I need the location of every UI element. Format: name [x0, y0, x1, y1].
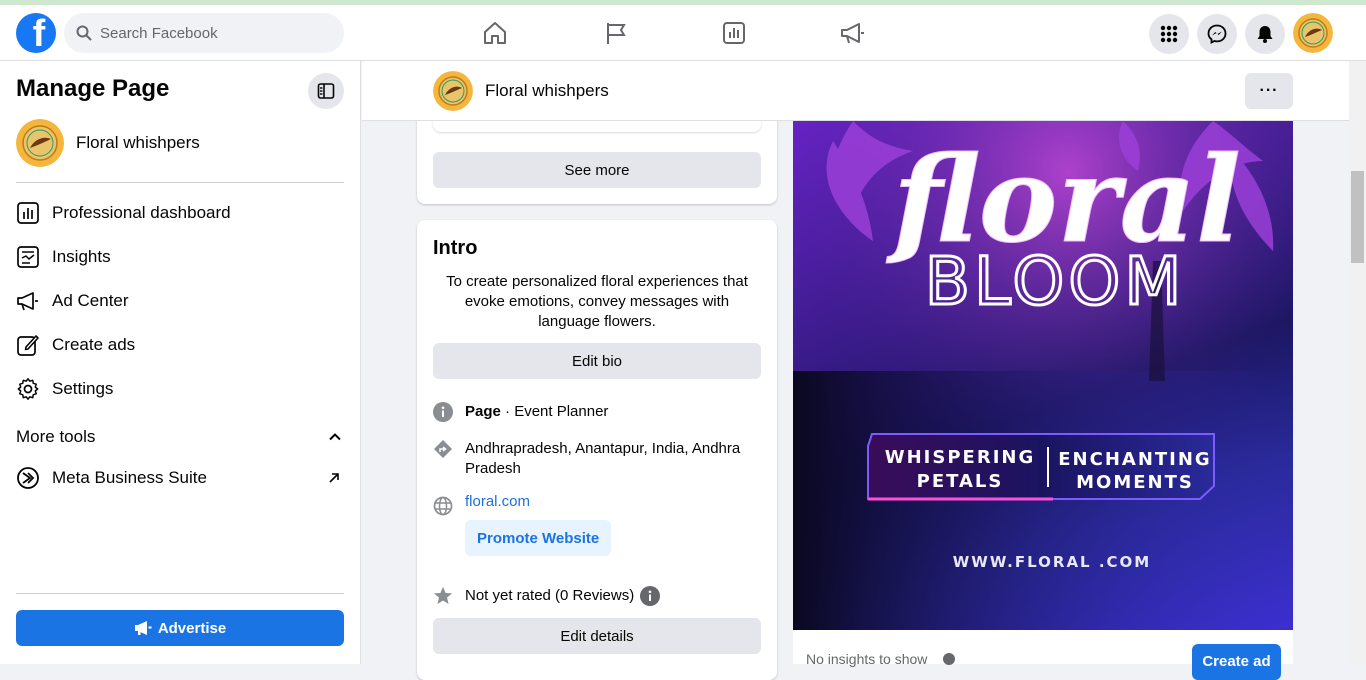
- sidebar-item-ad-center[interactable]: Ad Center: [16, 281, 344, 321]
- page-avatar: [16, 119, 64, 167]
- megaphone-icon: [134, 621, 152, 635]
- sidebar: Manage Page Floral whishpers Professiona…: [0, 61, 361, 664]
- scrollbar[interactable]: [1349, 61, 1366, 664]
- cover-artwork: floral BLOOM WHISPERING PETALS ENCHANTIN…: [793, 121, 1293, 630]
- banner-left-line1: WHISPERING: [885, 447, 1035, 468]
- collapse-sidebar-icon[interactable]: [308, 73, 344, 109]
- scrollbar-thumb[interactable]: [1351, 171, 1364, 263]
- website-row: floral.com: [433, 492, 761, 516]
- menu-grid-icon[interactable]: [1149, 14, 1189, 54]
- sidebar-item-meta-business-suite[interactable]: Meta Business Suite: [16, 458, 344, 498]
- category-name: · Event Planner: [500, 403, 609, 420]
- sidebar-item-insights[interactable]: Insights: [16, 237, 344, 277]
- divider: [16, 182, 344, 183]
- category-type: Page: [465, 403, 501, 420]
- sidebar-item-professional-dashboard[interactable]: Professional dashboard: [16, 193, 344, 233]
- edit-bio-button[interactable]: Edit bio: [433, 343, 761, 379]
- megaphone-nav-icon[interactable]: [839, 17, 867, 49]
- home-icon[interactable]: [481, 17, 509, 49]
- gear-icon: [16, 377, 40, 401]
- cover-image[interactable]: floral BLOOM WHISPERING PETALS ENCHANTIN…: [793, 121, 1293, 630]
- divider: [16, 593, 344, 594]
- sidebar-item-label: Meta Business Suite: [52, 468, 207, 487]
- bell-icon[interactable]: [1245, 14, 1285, 54]
- sidebar-item-label: Professional dashboard: [52, 203, 231, 222]
- location-text: Andhrapradesh, Anantapur, India, Andhra …: [465, 440, 741, 477]
- search-icon: [76, 25, 92, 41]
- promote-website-label: Promote Website: [477, 529, 600, 547]
- sidebar-title: Manage Page: [16, 75, 170, 102]
- intro-card: Intro To create personalized floral expe…: [417, 220, 777, 680]
- info-icon[interactable]: [943, 652, 955, 670]
- intro-title: Intro: [433, 237, 478, 259]
- sidebar-item-label: Settings: [52, 379, 114, 398]
- advertise-button[interactable]: Advertise: [16, 610, 344, 646]
- messenger-icon[interactable]: [1197, 14, 1237, 54]
- edit-details-label: Edit details: [560, 627, 634, 645]
- info-icon[interactable]: [640, 586, 661, 606]
- star-icon: [433, 586, 453, 606]
- rating-row: Not yet rated (0 Reviews): [433, 586, 761, 606]
- sidebar-item-create-ads[interactable]: Create ads: [16, 325, 344, 365]
- page-header: Floral whishpers ···: [362, 61, 1349, 121]
- search-box[interactable]: [64, 13, 344, 53]
- more-tools-label: More tools: [16, 427, 96, 446]
- category-row: Page · Event Planner: [433, 402, 761, 422]
- search-input[interactable]: [100, 24, 320, 42]
- advertise-label: Advertise: [157, 619, 227, 637]
- external-link-icon: [329, 473, 339, 483]
- edit-details-button[interactable]: Edit details: [433, 618, 761, 654]
- flag-icon[interactable]: [602, 17, 630, 49]
- banner-left-line2: PETALS: [917, 471, 1004, 492]
- info-icon: [433, 402, 453, 422]
- dashboard-nav-icon[interactable]: [720, 17, 748, 49]
- edit-bio-label: Edit bio: [571, 352, 623, 370]
- facebook-logo[interactable]: f: [16, 13, 56, 53]
- banner-right-line1: ENCHANTING: [1058, 449, 1211, 470]
- sidebar-page-name: Floral whishpers: [76, 133, 200, 152]
- pencil-icon: [16, 333, 40, 357]
- globe-icon: [433, 496, 453, 516]
- promote-website-button[interactable]: Promote Website: [465, 520, 612, 556]
- more-tools-toggle[interactable]: More tools: [16, 427, 344, 447]
- page-avatar[interactable]: [433, 71, 473, 111]
- sidebar-item-label: Ad Center: [52, 291, 129, 310]
- sidebar-page-switcher[interactable]: Floral whishpers: [16, 119, 200, 167]
- header-page-name[interactable]: Floral whishpers: [485, 81, 609, 101]
- cover-bloom-text: BLOOM: [925, 243, 1186, 320]
- insights-icon: [16, 245, 40, 269]
- see-more-label: See more: [564, 161, 630, 179]
- chevron-up-icon: [329, 433, 341, 441]
- website-link[interactable]: floral.com: [465, 492, 530, 516]
- banner-right-line2: MOMENTS: [1076, 472, 1194, 493]
- directions-icon: [433, 439, 453, 459]
- sidebar-item-settings[interactable]: Settings: [16, 369, 344, 409]
- sidebar-item-label: Insights: [52, 247, 111, 266]
- intro-bio: To create personalized floral experience…: [446, 273, 748, 330]
- sidebar-item-label: Create ads: [52, 335, 136, 354]
- location-row: Andhrapradesh, Anantapur, India, Andhra …: [433, 439, 761, 479]
- top-nav: f: [0, 5, 1366, 61]
- more-icon: ···: [1259, 82, 1279, 99]
- create-ad-button[interactable]: Create ad: [1192, 644, 1281, 680]
- dashboard-icon: [16, 201, 40, 225]
- rating-text: Not yet rated (0 Reviews): [465, 587, 635, 604]
- profile-avatar[interactable]: [1293, 13, 1333, 53]
- no-insights-text: No insights to show: [806, 651, 928, 667]
- meta-business-suite-icon: [16, 466, 40, 490]
- megaphone-icon: [16, 289, 40, 313]
- insights-card: No insights to show Create ad: [793, 630, 1293, 680]
- cover-url-text: WWW.FLORAL .COM: [953, 553, 1151, 571]
- more-options-button[interactable]: ···: [1245, 73, 1293, 109]
- see-more-button[interactable]: See more: [433, 152, 761, 188]
- create-ad-label: Create ad: [1202, 653, 1271, 670]
